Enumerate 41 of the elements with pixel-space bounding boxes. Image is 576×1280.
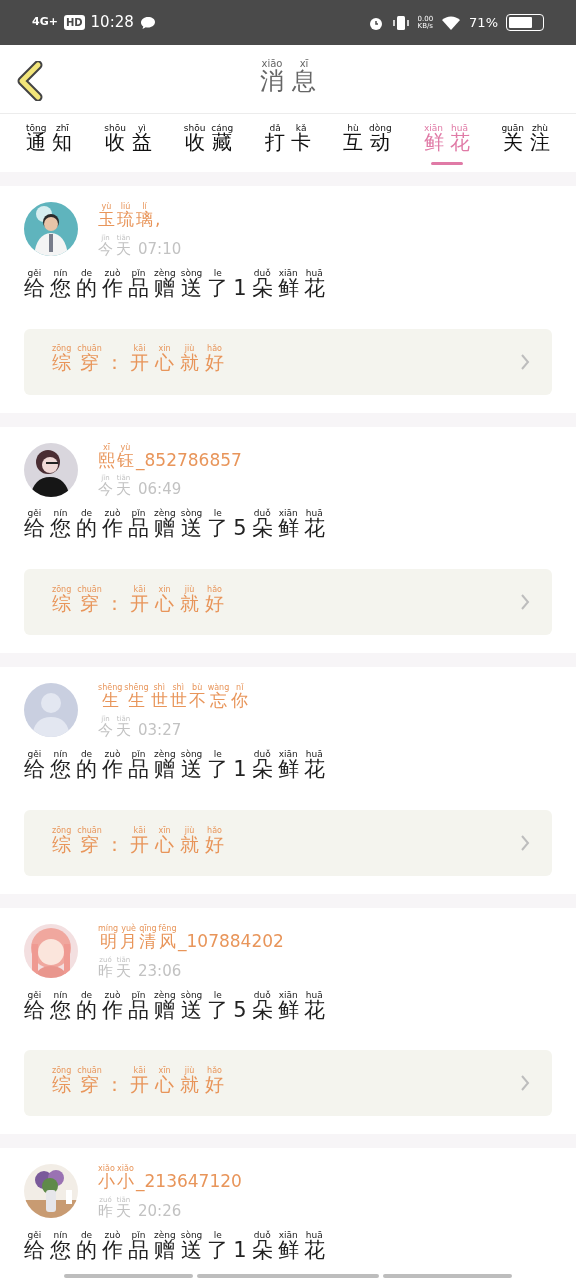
default-avatar-icon [24, 683, 78, 738]
chat-icon [139, 15, 156, 30]
chevron-right-icon [520, 833, 530, 852]
work-card[interactable]: 综 zōng 穿 chuān ： 开 kāi 心 xin 就 jiù 好 hǎo [24, 569, 552, 636]
tab[interactable]: 收 shōu 藏 cáng [180, 121, 237, 165]
tab[interactable]: 通 tōng 知 zhī [22, 121, 76, 165]
network-label: 4G+ [32, 14, 58, 31]
work-card[interactable]: 综 zōng 穿 chuān ： 开 kāi 心 xīn 就 jiù 好 hǎo [24, 1050, 552, 1117]
tab[interactable]: 关 guān 注 zhù [498, 121, 554, 165]
message-text: 给 gěi 您 nín 的 de 作 zuò 品 pǐn 赠 zèng 送 sòng 了 le 5 朵 duǒ 鲜 xiān 花 huā [24, 509, 326, 543]
work-title: 综 zōng 穿 chuān ： 开 kāi 心 xīn 就 jiù 好 hǎo [52, 1066, 225, 1098]
tab-underline [430, 161, 463, 165]
sender-name[interactable]: 玉 yù 琉 liú 璃 lí , [98, 202, 182, 234]
work-card[interactable]: 综 zōng 穿 chuān ： 开 kāi 心 xin 就 jiù 好 hǎo [24, 328, 552, 395]
sender-name[interactable]: 明 míng 月 yuè 清 qīng 风 fēng _107884202 [98, 923, 286, 956]
work-title: 综 zōng 穿 chuān ： 开 kāi 心 xīn 就 jiù 好 hǎo [52, 825, 225, 857]
tab[interactable]: 收 shōu 益 yì [101, 121, 155, 165]
tab[interactable]: 鲜 xiān 花 huā [420, 121, 473, 165]
message-text: 给 gěi 您 nín 的 de 作 zuò 品 pǐn 赠 zèng 送 sòng 了 le 1 朵 duǒ 鲜 xiān 花 huā [24, 268, 326, 302]
vibrate-icon [391, 14, 410, 31]
work-title: 综 zōng 穿 chuān ： 开 kāi 心 xin 就 jiù 好 hǎo [52, 585, 225, 616]
hd-badge: HD [63, 15, 85, 30]
work-title: 综 zōng 穿 chuān ： 开 kāi 心 xin 就 jiù 好 hǎo [52, 344, 225, 376]
back-icon[interactable] [16, 61, 44, 101]
sender-name[interactable]: 小 xiǎo 小 xiǎo _213647120 [98, 1164, 244, 1197]
work-card[interactable]: 综 zōng 穿 chuān ： 开 kāi 心 xīn 就 jiù 好 hǎo [24, 809, 552, 876]
message-text: 给 gěi 您 nín 的 de 作 zuò 品 pǐn 赠 zèng 送 sòng 了 le 5 朵 duǒ 鲜 xiān 花 huā [24, 990, 326, 1024]
tab[interactable]: 打 dǎ 卡 kǎ [262, 121, 315, 165]
battery-icon [506, 14, 544, 31]
tab[interactable]: 互 hù 动 dòng [340, 121, 395, 165]
message-text: 给 gěi 您 nín 的 de 作 zuò 品 pǐn 赠 zèng 送 sòng 了 le 1 朵 duǒ 鲜 xiān 花 huā [24, 750, 326, 784]
chevron-right-icon [520, 1074, 530, 1093]
wifi-icon [441, 14, 462, 31]
battery-percent: 71% [469, 13, 498, 32]
message-text: 给 gěi 您 nín 的 de 作 zuò 品 pǐn 赠 zèng 送 sòng 了 le 1 朵 duǒ 鲜 xiān 花 huā [24, 1231, 326, 1265]
clock: 10:28 [90, 12, 134, 34]
chevron-right-icon [520, 352, 530, 371]
page-title: 消 xiāo 息 xī [259, 59, 317, 97]
sender-name[interactable]: 熙 xī 钰 yù _852786857 [98, 442, 244, 475]
chevron-right-icon [520, 593, 530, 612]
sender-name[interactable]: 生 shēng 生 shēng 世 shì 世 shì 不 bù 忘 wàng 你 nǐ [98, 683, 251, 716]
